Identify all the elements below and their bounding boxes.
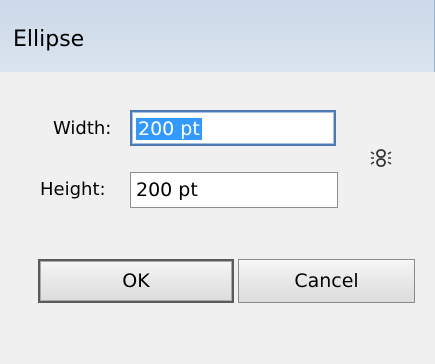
title-bar: Ellipse xyxy=(0,0,435,72)
width-input[interactable]: 200 pt xyxy=(130,110,336,146)
height-label: Height: xyxy=(40,179,106,200)
width-value: 200 pt xyxy=(136,118,202,140)
height-input[interactable]: 200 pt xyxy=(130,172,338,208)
ellipse-dialog: Ellipse Width: 200 pt Height: 200 pt OK … xyxy=(0,0,435,364)
cancel-button[interactable]: Cancel xyxy=(238,259,415,303)
ok-button[interactable]: OK xyxy=(38,259,234,303)
height-value: 200 pt xyxy=(136,179,198,201)
dialog-title: Ellipse xyxy=(13,27,85,52)
chain-link-icon[interactable] xyxy=(370,147,392,169)
width-label: Width: xyxy=(53,118,112,139)
